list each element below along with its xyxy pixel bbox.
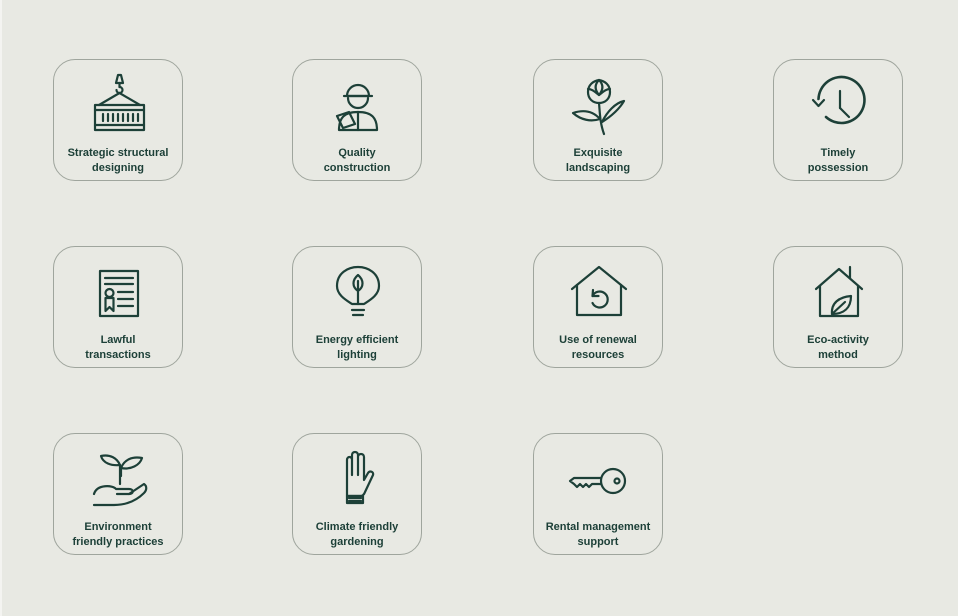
construction-worker-icon [335, 83, 379, 132]
key-icon [568, 467, 627, 495]
card-label: Energy efficient lighting [315, 334, 399, 361]
eco-bulb-icon [335, 265, 381, 317]
flower-icon [571, 78, 626, 136]
feature-card-climate-friendly-gardening: Climate friendly gardening [292, 433, 422, 555]
clock-icon [811, 75, 866, 125]
hand-sprout-icon [92, 454, 148, 507]
certificate-document-icon [98, 269, 140, 318]
card-label: Environment friendly practices [72, 521, 164, 548]
feature-card-rental-management-support: Rental management support [533, 433, 663, 555]
house-renew-icon [570, 265, 628, 317]
feature-card-strategic-structural-designing: Strategic structural designing [53, 59, 183, 181]
feature-card-exquisite-landscaping: Exquisite landscaping [533, 59, 663, 181]
card-label: Exquisite landscaping [565, 147, 631, 174]
card-label: Rental management support [545, 521, 651, 548]
left-edge-divider [0, 0, 2, 616]
feature-card-use-of-renewal-resources: Use of renewal resources [533, 246, 663, 368]
house-leaf-icon [814, 265, 864, 318]
feature-card-timely-possession: Timely possession [773, 59, 903, 181]
crane-container-icon [93, 73, 146, 132]
glove-icon [345, 450, 375, 505]
card-label: Climate friendly gardening [315, 521, 399, 548]
feature-card-lawful-transactions: Lawful transactions [53, 246, 183, 368]
feature-card-energy-efficient-lighting: Energy efficient lighting [292, 246, 422, 368]
feature-card-environment-friendly-practices: Environment friendly practices [53, 433, 183, 555]
feature-card-quality-construction: Quality construction [292, 59, 422, 181]
card-label: Timely possession [807, 147, 869, 174]
card-label: Eco-activity method [807, 334, 869, 361]
card-label: Use of renewal resources [559, 334, 637, 361]
feature-card-eco-activity-method: Eco-activity method [773, 246, 903, 368]
card-label: Quality construction [323, 147, 391, 174]
card-label: Lawful transactions [85, 334, 151, 361]
card-label: Strategic structural designing [67, 147, 169, 174]
